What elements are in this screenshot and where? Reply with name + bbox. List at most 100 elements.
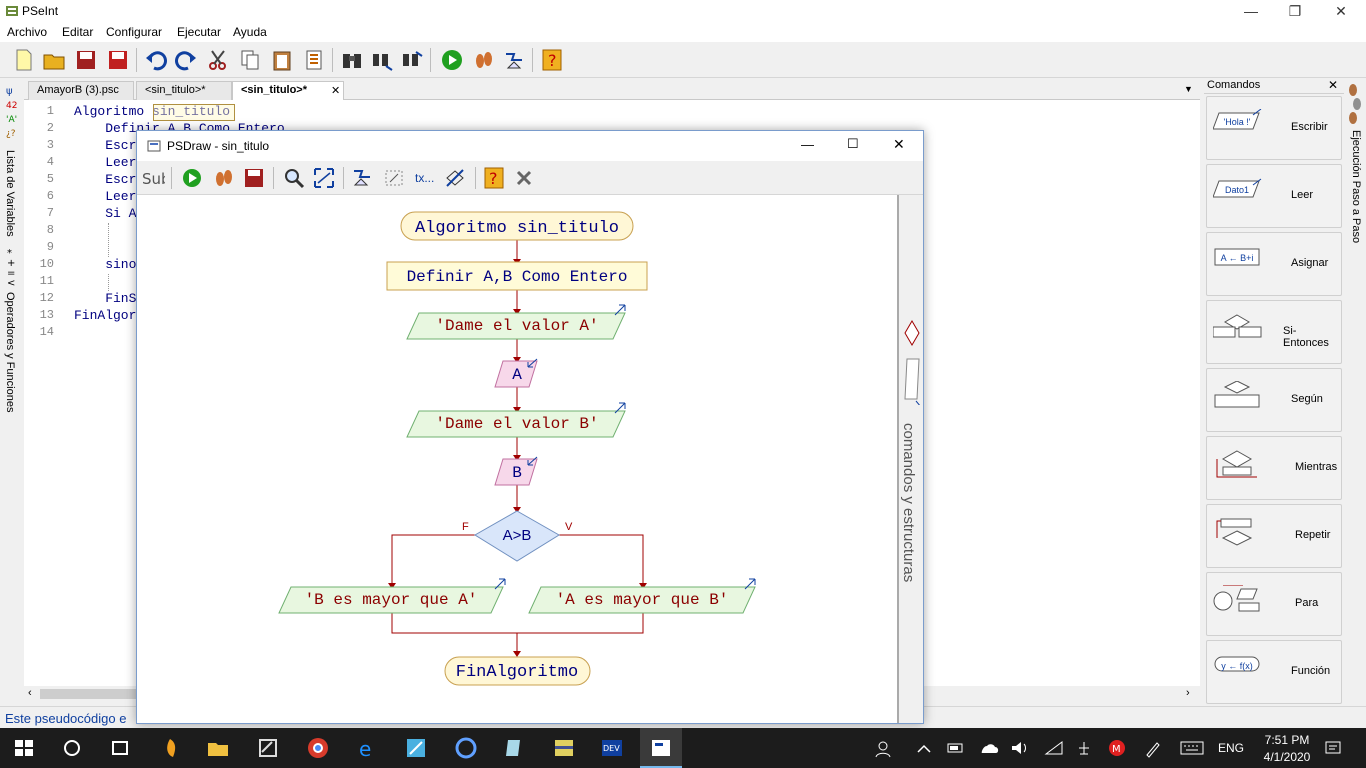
- structure-icon[interactable]: [443, 167, 467, 189]
- psdraw-close-button[interactable]: ✕: [893, 136, 905, 153]
- menu-archivo[interactable]: Archivo: [7, 25, 47, 39]
- fit-view-icon[interactable]: [313, 167, 335, 189]
- antivirus-icon[interactable]: M: [1108, 739, 1126, 757]
- help-icon[interactable]: ?: [483, 167, 505, 189]
- save-as-icon[interactable]: [106, 48, 130, 72]
- undo-icon[interactable]: [144, 48, 168, 72]
- replace-icon[interactable]: [400, 48, 424, 72]
- winrar-icon[interactable]: [552, 736, 576, 760]
- flowchart-canvas[interactable]: Algoritmo sin_titulo Definir A,B Como En…: [137, 195, 897, 723]
- chrome-icon[interactable]: [306, 736, 330, 760]
- search-icon[interactable]: [60, 736, 84, 760]
- psdraw-toolbar: Sub tx... ?: [137, 161, 923, 195]
- menu-ejecutar[interactable]: Ejecutar: [177, 25, 221, 39]
- copy-icon[interactable]: [238, 48, 262, 72]
- keyboard-icon[interactable]: [1180, 741, 1204, 755]
- onedrive-icon[interactable]: [978, 740, 1000, 756]
- search-next-icon[interactable]: [370, 48, 394, 72]
- psdraw-maximize-button[interactable]: ☐: [847, 136, 859, 152]
- subprocess-icon[interactable]: Sub: [141, 167, 165, 189]
- circle-app-icon[interactable]: [454, 736, 478, 760]
- indent-icon[interactable]: [302, 48, 326, 72]
- stripes-app-icon[interactable]: [404, 736, 428, 760]
- command-leer[interactable]: Dato1 Leer: [1206, 164, 1342, 228]
- scroll-left-icon[interactable]: ‹: [28, 687, 32, 699]
- windows-start-icon[interactable]: [12, 736, 36, 760]
- psdraw-minimize-button[interactable]: —: [801, 137, 814, 152]
- tab-amayorb[interactable]: AmayorB (3).psc: [28, 81, 134, 100]
- action-center-icon[interactable]: [1324, 739, 1342, 757]
- command-escribir[interactable]: 'Hola !' Escribir: [1206, 96, 1342, 160]
- notepad-icon[interactable]: [502, 736, 526, 760]
- network-icon[interactable]: [1076, 740, 1092, 756]
- command-seg-n[interactable]: Según: [1206, 368, 1342, 432]
- line-number: 11: [39, 274, 54, 288]
- command-funci-n[interactable]: y ← f(x) Función: [1206, 640, 1342, 704]
- redo-icon[interactable]: [174, 48, 198, 72]
- battery-icon[interactable]: [946, 740, 966, 756]
- close-button[interactable]: ✕: [1318, 0, 1364, 22]
- paste-icon[interactable]: [270, 48, 294, 72]
- file-explorer-icon[interactable]: [206, 736, 230, 760]
- command-para[interactable]: Para: [1206, 572, 1342, 636]
- pen-icon[interactable]: [1144, 740, 1162, 758]
- tab-list-dropdown-icon[interactable]: ▼: [1184, 84, 1193, 94]
- flowchart-edit-icon[interactable]: [351, 167, 375, 189]
- save-icon[interactable]: [74, 48, 98, 72]
- pseint-taskbar-icon[interactable]: [256, 736, 280, 760]
- people-icon[interactable]: [874, 740, 892, 758]
- task-view-icon[interactable]: [108, 736, 132, 760]
- devcpp-icon[interactable]: DEV: [600, 736, 624, 760]
- clock-date[interactable]: 4/1/2020: [1258, 750, 1316, 764]
- restore-button[interactable]: ❐: [1272, 0, 1318, 22]
- operators-functions-tab[interactable]: Operadores y Funciones: [4, 292, 16, 412]
- close-panel-icon[interactable]: ✕: [1328, 78, 1338, 92]
- open-file-icon[interactable]: [42, 48, 66, 72]
- new-file-icon[interactable]: [12, 48, 36, 72]
- variables-list-tab[interactable]: Lista de Variables: [4, 150, 16, 237]
- search-icon[interactable]: [340, 48, 364, 72]
- structures-mini-icon[interactable]: [901, 315, 923, 405]
- save-icon[interactable]: [243, 167, 265, 189]
- command-repetir[interactable]: Repetir: [1206, 504, 1342, 568]
- operators-icon[interactable]: *+=<: [4, 246, 20, 290]
- input-language[interactable]: ENG: [1218, 741, 1244, 755]
- cut-icon[interactable]: [206, 48, 230, 72]
- command-icon: [1213, 585, 1260, 612]
- menu-ayuda[interactable]: Ayuda: [233, 25, 267, 39]
- command-mientras[interactable]: Mientras: [1206, 436, 1342, 500]
- comment-icon[interactable]: [383, 167, 405, 189]
- tab-sin-titulo-1[interactable]: <sin_titulo>*: [136, 81, 232, 100]
- step-execution-tab[interactable]: Ejecución Paso a Paso: [1350, 130, 1362, 243]
- edge-icon[interactable]: e: [356, 736, 380, 760]
- wifi-icon[interactable]: [1044, 740, 1064, 756]
- psdraw-commands-strip[interactable]: comandos y estructuras: [897, 195, 923, 723]
- command-asignar[interactable]: A ← B+i Asignar: [1206, 232, 1342, 296]
- menu-configurar[interactable]: Configurar: [106, 25, 162, 39]
- command-icon: [1216, 518, 1253, 546]
- close-psdraw-icon[interactable]: [515, 169, 533, 187]
- scroll-right-icon[interactable]: ›: [1186, 687, 1190, 699]
- menu-editar[interactable]: Editar: [62, 25, 93, 39]
- step-by-step-icon[interactable]: [213, 167, 235, 189]
- run-icon[interactable]: [181, 167, 203, 189]
- close-tab-icon[interactable]: ✕: [331, 84, 340, 97]
- minimize-button[interactable]: —: [1228, 0, 1274, 22]
- clock-time[interactable]: 7:51 PM: [1262, 733, 1312, 747]
- zoom-icon[interactable]: [283, 167, 305, 189]
- flowchart[interactable]: Algoritmo sin_titulo Definir A,B Como En…: [137, 195, 897, 723]
- command-si-entonces[interactable]: Si-Entonces: [1206, 300, 1342, 364]
- help-icon[interactable]: ?: [540, 48, 564, 72]
- step-execution-icon[interactable]: [1347, 82, 1363, 126]
- scroll-thumb[interactable]: [40, 689, 150, 699]
- show-hidden-icons[interactable]: [916, 742, 932, 754]
- tab-sin-titulo-2[interactable]: <sin_titulo>* ✕: [232, 81, 344, 101]
- step-by-step-icon[interactable]: [472, 48, 496, 72]
- volume-icon[interactable]: [1010, 740, 1030, 756]
- variables-icon[interactable]: ψ 42 'A' ¿?: [4, 82, 20, 142]
- psdraw-taskbar-icon[interactable]: [649, 736, 673, 760]
- run-icon[interactable]: [440, 48, 464, 72]
- text-edit-button[interactable]: tx...: [415, 171, 434, 185]
- flowchart-icon[interactable]: [502, 48, 526, 72]
- fl-studio-icon[interactable]: [158, 736, 182, 760]
